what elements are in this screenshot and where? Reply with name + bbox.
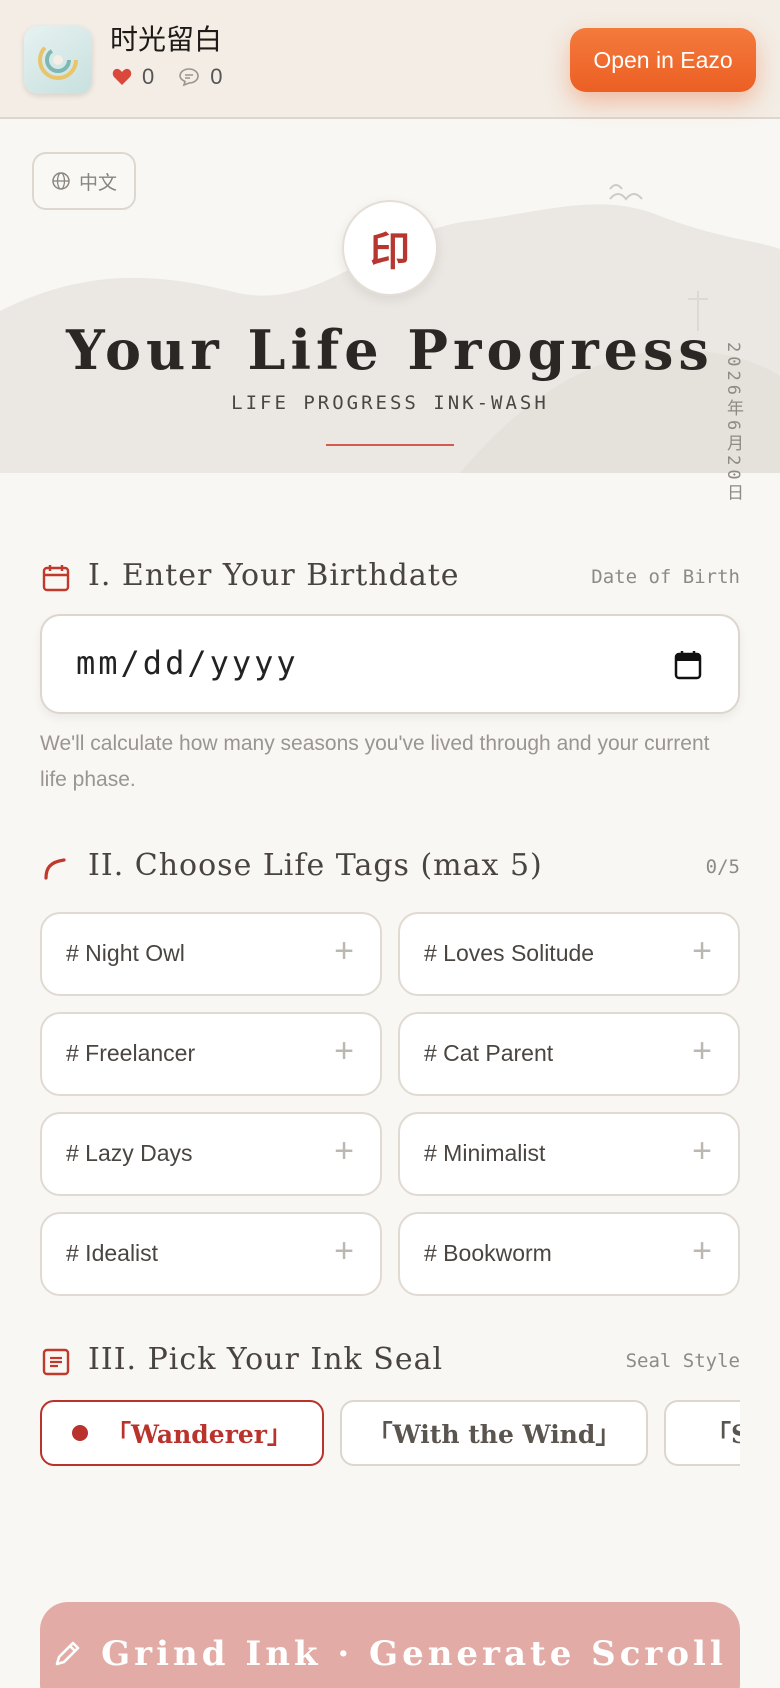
tag-label: # Minimalist: [424, 1140, 546, 1166]
app-icon[interactable]: [24, 26, 92, 94]
app-header: 时光留白 0 0 Open in Eazo: [0, 0, 780, 119]
tag-lazy-days[interactable]: # Lazy Days +: [40, 1112, 382, 1196]
seal-option-partial[interactable]: 「S: [664, 1400, 740, 1466]
selected-dot-icon: [72, 1425, 89, 1441]
tag-bookworm[interactable]: # Bookworm +: [398, 1212, 740, 1296]
open-in-eazo-button[interactable]: Open in Eazo: [570, 28, 756, 92]
plus-icon: +: [334, 1032, 354, 1070]
comments-stat[interactable]: 0: [178, 64, 223, 90]
birthdate-section-title: I. Enter Your Birthdate: [88, 558, 460, 593]
seal-options-scroller[interactable]: 「Wanderer」 「With the Wind」 「S: [40, 1400, 740, 1470]
plus-icon: +: [692, 932, 712, 970]
tags-section-header: II. Choose Life Tags (max 5) 0/5: [40, 848, 740, 892]
pencil-icon: [55, 1641, 80, 1666]
stats-row: 0 0: [112, 64, 237, 90]
tags-section-title: II. Choose Life Tags (max 5): [88, 848, 543, 883]
birthdate-placeholder: mm/dd/yyyy: [76, 644, 299, 682]
comment-icon: [179, 68, 200, 87]
comments-count: 0: [210, 64, 223, 89]
tag-label: # Freelancer: [66, 1040, 196, 1066]
vertical-date: 2026年6月20日: [723, 342, 743, 505]
language-toggle-button[interactable]: 中文: [32, 152, 136, 210]
plus-icon: +: [692, 1032, 712, 1070]
plus-icon: +: [692, 1132, 712, 1170]
seal-badge: 印: [342, 200, 438, 296]
app-title: 时光留白: [110, 23, 223, 56]
likes-count: 0: [142, 64, 155, 89]
birthdate-section-header: I. Enter Your Birthdate Date of Birth: [40, 558, 740, 602]
seal-section-meta: Seal Style: [625, 1350, 740, 1372]
likes-stat[interactable]: 0: [112, 64, 154, 90]
page-subtitle: LIFE PROGRESS INK-WASH: [231, 392, 549, 414]
globe-icon: [52, 172, 70, 190]
document-icon: [42, 1348, 70, 1376]
calendar-icon: [42, 565, 70, 592]
tag-label: # Cat Parent: [424, 1040, 554, 1066]
seal-option-label: 「Wanderer」: [106, 1420, 292, 1449]
seal-option-label: 「S: [706, 1420, 740, 1449]
plus-icon: +: [692, 1232, 712, 1270]
seal-section-title: III. Pick Your Ink Seal: [88, 1342, 444, 1377]
seal-option-wanderer[interactable]: 「Wanderer」: [40, 1400, 324, 1466]
birthdate-hint: We'll calculate how many seasons you've …: [40, 732, 710, 791]
tag-freelancer[interactable]: # Freelancer +: [40, 1012, 382, 1096]
plus-icon: +: [334, 1132, 354, 1170]
seal-section-header: III. Pick Your Ink Seal Seal Style: [40, 1342, 740, 1386]
birthdate-input[interactable]: mm/dd/yyyy: [40, 614, 740, 714]
plus-icon: +: [334, 1232, 354, 1270]
generate-scroll-button[interactable]: Grind Ink · Generate Scroll: [40, 1602, 740, 1688]
heart-icon: [112, 68, 132, 85]
page-title: Your Life Progress: [66, 318, 714, 382]
language-label: 中文: [78, 172, 117, 194]
tag-night-owl[interactable]: # Night Owl +: [40, 912, 382, 996]
title-divider: [326, 444, 454, 446]
tag-label: # Loves Solitude: [424, 940, 595, 966]
seal-option-label: 「With the Wind」: [367, 1420, 621, 1449]
calendar-picker-icon[interactable]: [674, 650, 702, 680]
tag-label: # Idealist: [66, 1240, 159, 1266]
tag-minimalist[interactable]: # Minimalist +: [398, 1112, 740, 1196]
tag-idealist[interactable]: # Idealist +: [40, 1212, 382, 1296]
tag-cat-parent[interactable]: # Cat Parent +: [398, 1012, 740, 1096]
tag-label: # Night Owl: [66, 940, 185, 966]
tags-counter: 0/5: [705, 856, 740, 878]
tag-label: # Lazy Days: [66, 1140, 193, 1166]
tag-label: # Bookworm: [424, 1240, 552, 1266]
tag-loves-solitude[interactable]: # Loves Solitude +: [398, 912, 740, 996]
plus-icon: +: [334, 932, 354, 970]
brush-stroke-icon: [44, 858, 66, 880]
birthdate-section-meta: Date of Birth: [591, 566, 740, 588]
seal-option-with-the-wind[interactable]: 「With the Wind」: [340, 1400, 648, 1466]
generate-scroll-label: Grind Ink · Generate Scroll: [101, 1634, 727, 1674]
